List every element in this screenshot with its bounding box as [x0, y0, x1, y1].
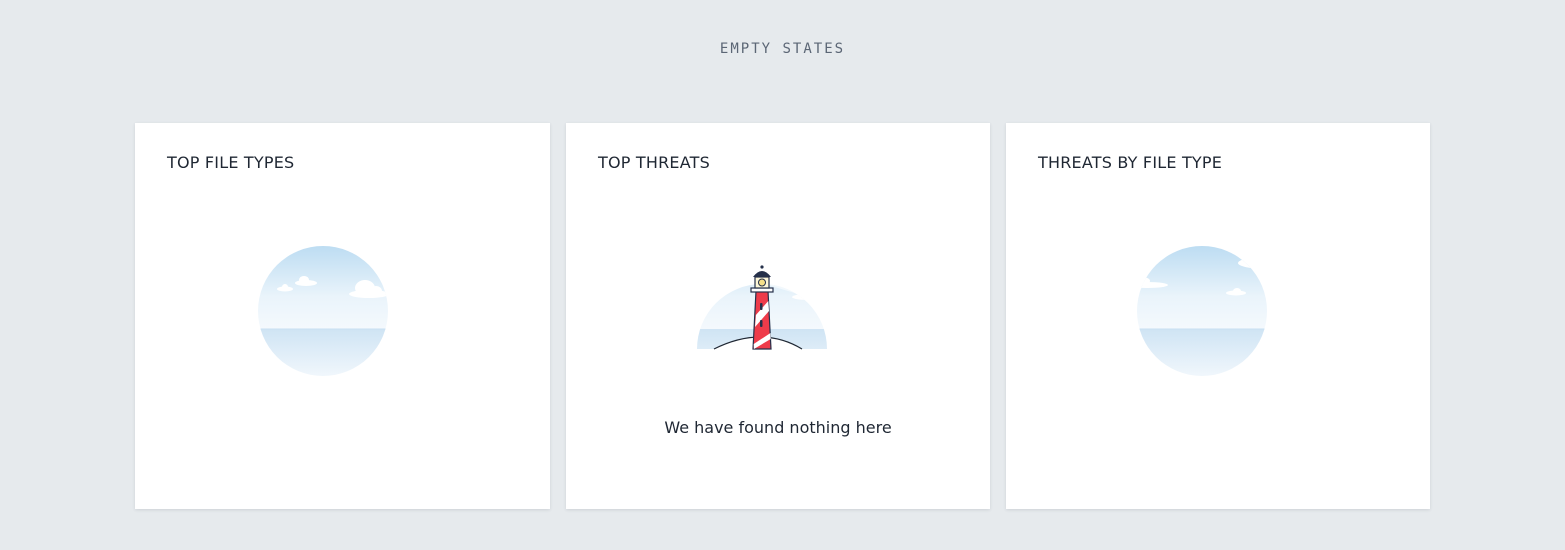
sea-horizon-illustration	[1137, 246, 1267, 376]
lighthouse-illustration	[697, 265, 827, 350]
card-title-top-file-types: TOP FILE TYPES	[167, 153, 295, 172]
top-file-types-card: TOP FILE TYPES	[135, 123, 550, 509]
sea-clouds-illustration	[258, 246, 388, 376]
empty-state-message: We have found nothing here	[664, 418, 892, 437]
card-title-threats-by-file-type: THREATS BY FILE TYPE	[1038, 153, 1223, 172]
top-threats-card: TOP THREATS We have found nothing here	[566, 123, 990, 509]
card-title-top-threats: TOP THREATS	[598, 153, 710, 172]
threats-by-file-type-card: THREATS BY FILE TYPE	[1006, 123, 1430, 509]
page-heading: EMPTY STATES	[719, 41, 846, 57]
